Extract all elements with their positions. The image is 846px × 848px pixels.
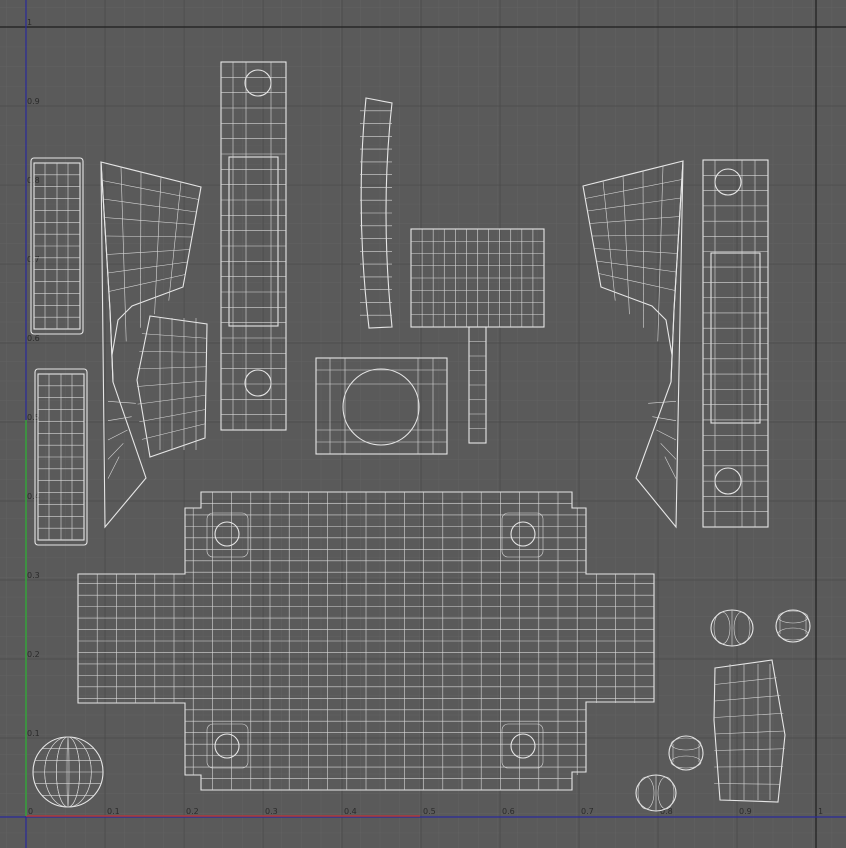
u-tick-label: 1 (818, 807, 823, 816)
v-tick-label: 0.9 (27, 97, 40, 106)
v-tick-label: 0.2 (27, 650, 40, 659)
u-tick-label: 0.2 (186, 807, 199, 816)
v-tick-label: 0.1 (27, 729, 40, 738)
u-tick-label: 0.5 (423, 807, 436, 816)
u-tick-label: 0.9 (739, 807, 752, 816)
v-tick-label: 0.3 (27, 571, 40, 580)
u-tick-label: 0.6 (502, 807, 515, 816)
v-tick-label: 0.7 (27, 255, 40, 264)
u-tick-label: 0 (28, 807, 33, 816)
v-tick-label: 0.6 (27, 334, 40, 343)
v-tick-label: 0.8 (27, 176, 40, 185)
u-tick-label: 0.7 (581, 807, 594, 816)
u-tick-label: 0.4 (344, 807, 357, 816)
u-tick-label: 0.1 (107, 807, 120, 816)
v-tick-label: 1 (27, 18, 32, 27)
uv-editor-viewport[interactable]: 0 0.1 0.2 0.3 0.4 0.5 0.6 0.7 0.8 0.9 1 0.1 0.2 0.3 0… (0, 0, 846, 848)
u-tick-label: 0.3 (265, 807, 278, 816)
